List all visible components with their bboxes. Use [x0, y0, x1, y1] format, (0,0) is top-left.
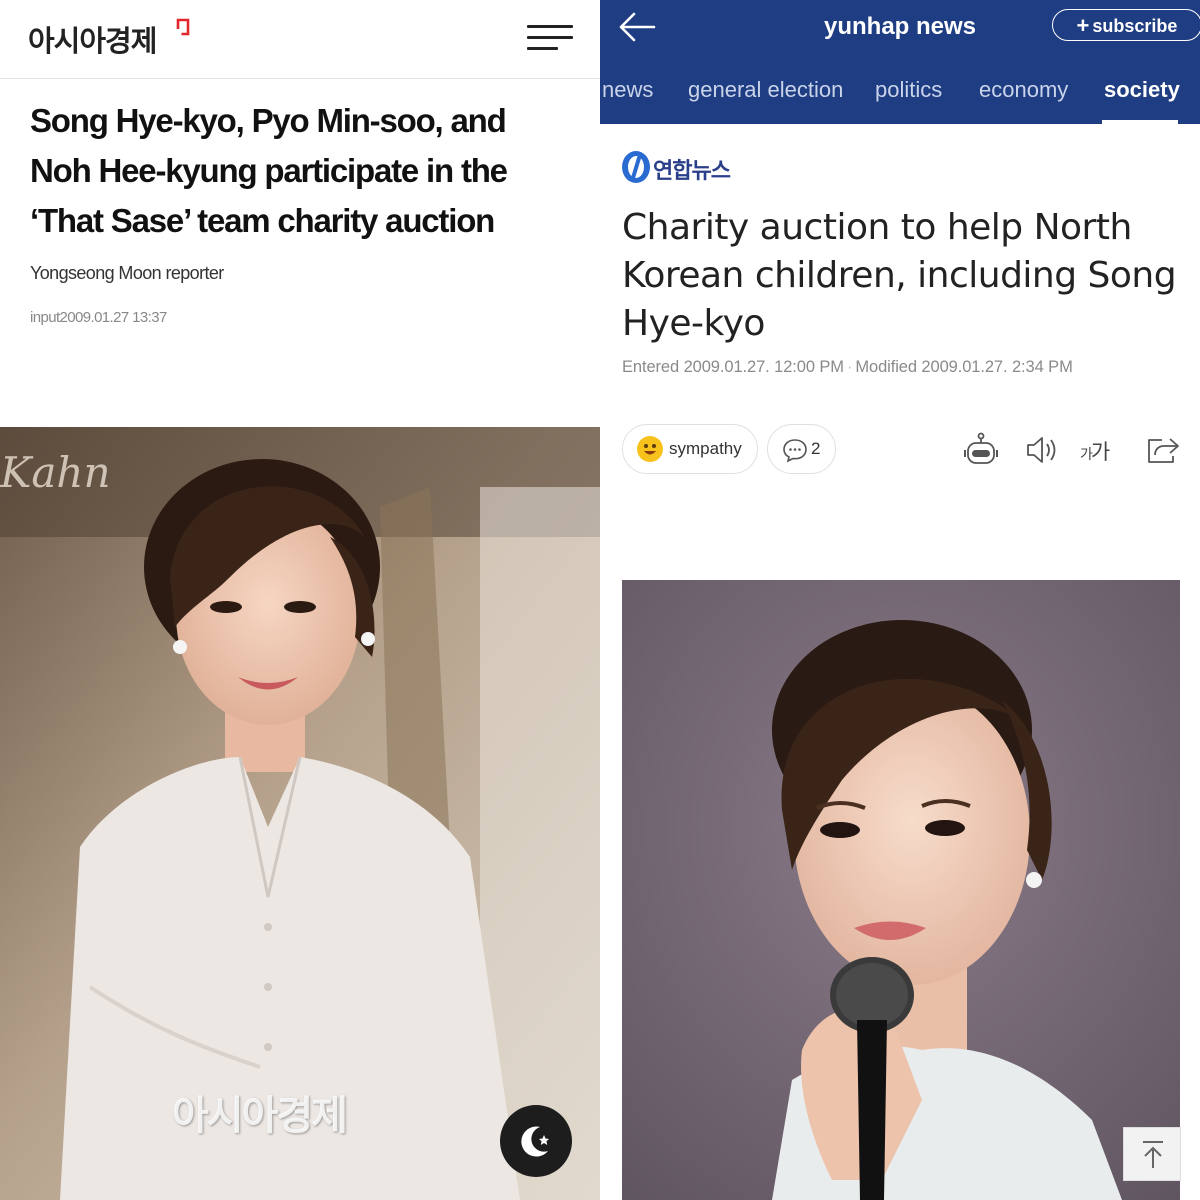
- moon-star-icon: [521, 1126, 549, 1157]
- asia-economy-logo[interactable]: 아시아경제: [28, 18, 157, 60]
- title-line: Song Hye-kyo, Pyo Min-soo, and: [30, 102, 507, 139]
- left-header: 아시아경제: [0, 0, 600, 79]
- right-article-panel: yunhap news + subscribe news general elec…: [600, 0, 1200, 1200]
- modified-date: 2009.01.27. 2:34 PM: [921, 358, 1073, 376]
- sympathy-label: sympathy: [669, 439, 742, 458]
- photo-watermark: 아시아경제: [172, 1093, 348, 1139]
- title-line: ‘That Sase’ team charity auction: [30, 202, 495, 239]
- left-article-panel: 아시아경제 Song Hye-kyo, Pyo Min-soo, and Noh…: [0, 0, 600, 1200]
- meta-separator: ·: [846, 358, 853, 376]
- plus-icon: +: [1076, 13, 1090, 38]
- category-tabs: news general election politics economy s…: [600, 70, 1200, 124]
- comment-icon: [783, 439, 807, 463]
- input-date: input2009.01.27 13:37: [30, 309, 167, 326]
- entered-label: Entered: [622, 358, 680, 376]
- subscribe-label: subscribe: [1092, 16, 1178, 36]
- article-meta: Entered 2009.01.27. 12:00 PM · Modified 20…: [622, 358, 1073, 377]
- font-size-small: 가: [1080, 447, 1093, 463]
- tab-politics[interactable]: politics: [875, 77, 942, 103]
- title-line: Noh Hee-kyung participate in the: [30, 152, 508, 189]
- article-photo: [622, 580, 1180, 1200]
- tab-society[interactable]: society: [1104, 77, 1180, 103]
- logo-mark-icon: [176, 18, 190, 36]
- right-article-headline: Charity auction to help North Korean chi…: [622, 204, 1182, 348]
- comment-button[interactable]: 2: [767, 424, 836, 474]
- smiley-icon: [637, 436, 663, 462]
- tab-general-election[interactable]: general election: [688, 77, 843, 103]
- svg-text:Kahn: Kahn: [0, 448, 111, 497]
- comment-count: 2: [811, 439, 821, 458]
- sympathy-button[interactable]: sympathy: [622, 424, 758, 474]
- font-size-big: 가: [1090, 440, 1110, 464]
- menu-icon[interactable]: [527, 24, 573, 52]
- reporter-name: Yongseong Moon reporter: [30, 263, 224, 283]
- night-mode-button[interactable]: [500, 1105, 572, 1177]
- tab-economy[interactable]: economy: [979, 77, 1068, 103]
- modified-label: Modified: [855, 358, 917, 376]
- headline-line: Korean children, including Song: [622, 255, 1177, 296]
- tab-news[interactable]: news: [602, 77, 653, 103]
- speaker-icon[interactable]: [1019, 428, 1063, 472]
- yonhap-logo-icon: [622, 151, 650, 183]
- scroll-top-icon: [1143, 1141, 1163, 1168]
- headline-line: Charity auction to help North: [622, 207, 1132, 248]
- active-tab-indicator: [1102, 120, 1178, 124]
- entered-date: 2009.01.27. 12:00 PM: [683, 358, 844, 376]
- scroll-top-button[interactable]: [1123, 1127, 1181, 1181]
- yonhap-brand[interactable]: 연합뉴스: [621, 150, 751, 186]
- yunhap-header: yunhap news + subscribe news general elec…: [600, 0, 1200, 124]
- robot-icon[interactable]: [959, 428, 1003, 472]
- brand-name: 연합뉴스: [653, 159, 731, 184]
- left-article-title: Song Hye-kyo, Pyo Min-soo, and Noh Hee-k…: [30, 96, 570, 246]
- headline-line: Hye-kyo: [622, 303, 765, 344]
- subscribe-button[interactable]: + subscribe: [1052, 9, 1200, 41]
- font-size-button[interactable]: 가가: [1080, 436, 1110, 466]
- share-icon[interactable]: [1140, 428, 1184, 472]
